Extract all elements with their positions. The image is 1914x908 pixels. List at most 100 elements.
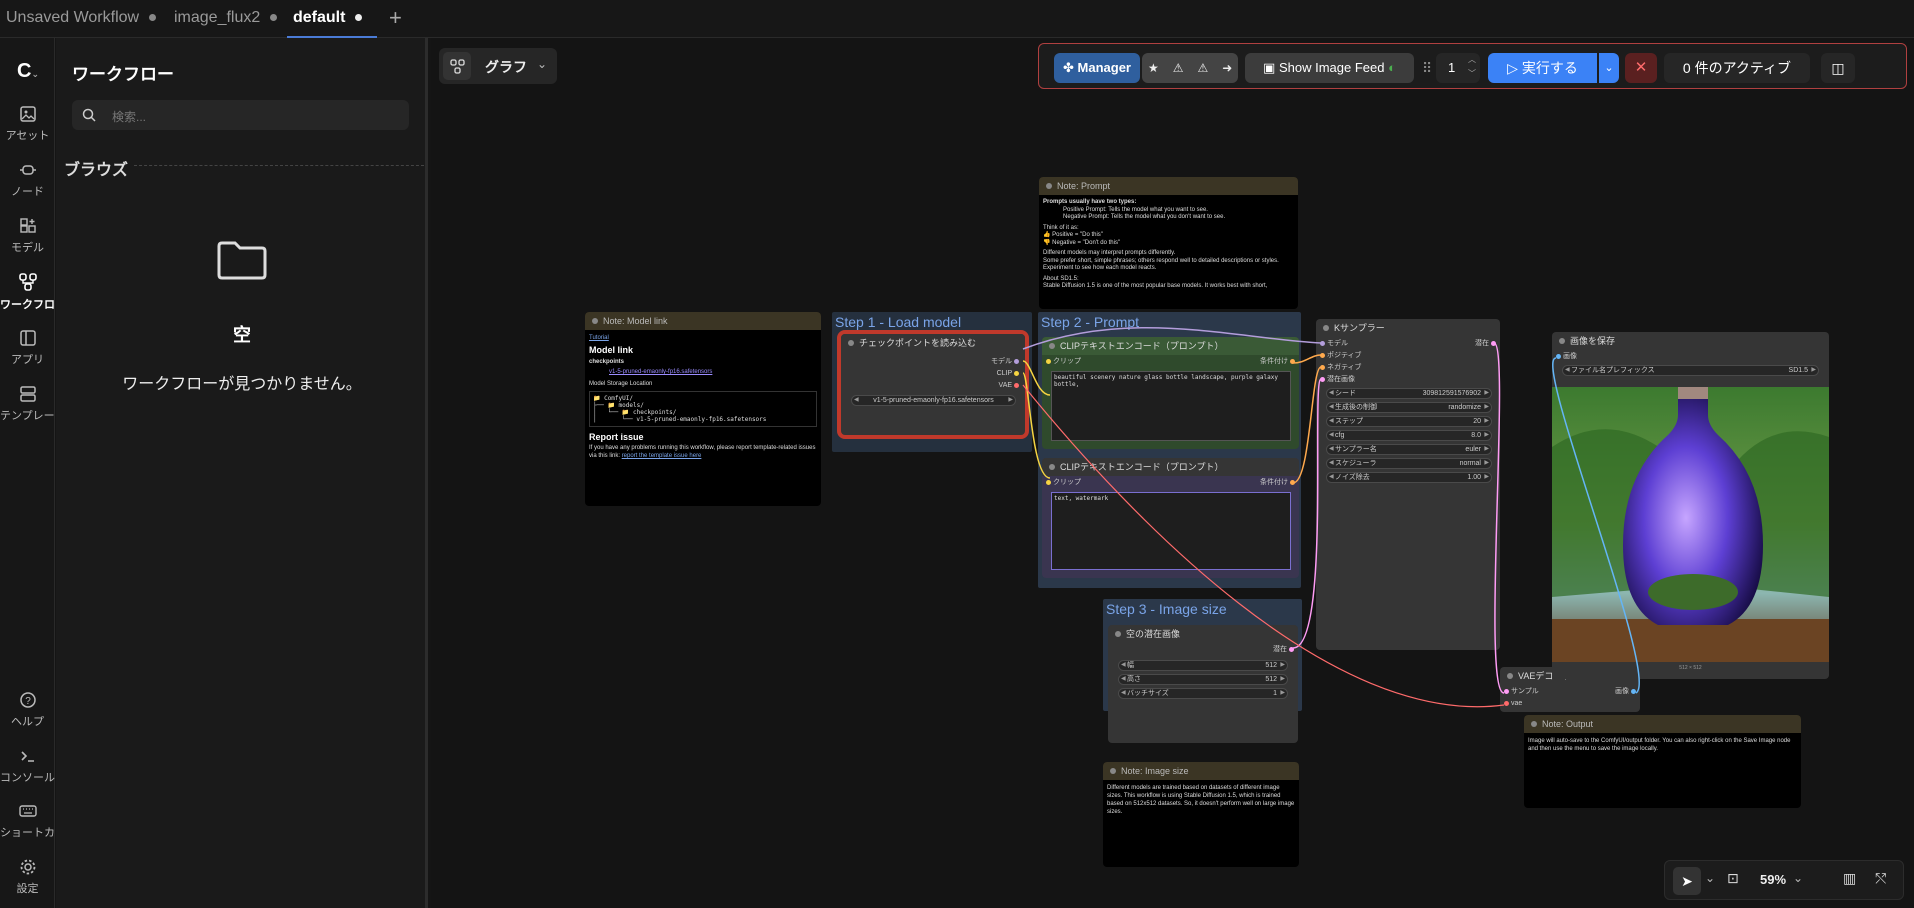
console-icon — [20, 751, 34, 762]
batch-size-widget[interactable]: バッチサイズ1 — [1118, 688, 1288, 699]
rail-item-assets[interactable]: アセット — [0, 105, 55, 143]
empty-title: 空 — [233, 325, 251, 345]
tab-image-flux2[interactable]: image_flux2 — [168, 0, 284, 38]
comfy-logo-icon[interactable]: C⌄ — [17, 60, 39, 83]
tutorial-link[interactable]: Tutorial — [589, 334, 817, 342]
svg-text:?: ? — [25, 696, 31, 707]
rail-item-shortcuts[interactable]: ショートカ — [0, 802, 55, 840]
rail-item-models[interactable]: モデル — [0, 217, 55, 255]
height-widget[interactable]: 高さ512 — [1118, 674, 1288, 685]
show-image-feed-button[interactable]: ▣ Show Image Feed ◐ — [1245, 53, 1414, 83]
model-link-heading: Model link — [589, 345, 634, 355]
node-clip-positive[interactable]: CLIPテキストエンコード（プロンプト） クリップ 条件付け beautiful… — [1042, 337, 1299, 449]
node-save-image[interactable]: 画像を保存 画像 ファイル名プレフィックスSD1.5 512 × 512 — [1552, 332, 1829, 679]
chevron-down-icon[interactable]: ⌄ — [1793, 871, 1803, 885]
unsaved-dot-icon — [149, 14, 157, 22]
graph-canvas[interactable]: グラフ ⌄ ✤ Manager ★⚠⚠➜ ▣ Show Image Feed ◐… — [431, 38, 1914, 908]
image-icon — [19, 106, 36, 122]
manager-quick-buttons[interactable]: ★⚠⚠➜ — [1142, 53, 1238, 83]
icon-rail: C⌄ アセット ノード モデル ワークフロー アプリ テンプレート ?ヘルプ コ… — [0, 38, 55, 908]
hide-links-icon[interactable]: ⤲ — [1875, 870, 1886, 887]
graph-icon — [443, 52, 471, 80]
node-icon — [19, 165, 36, 175]
note-model-link[interactable]: Note: Model link Tutorial Model link che… — [585, 312, 821, 506]
workflow-sidebar: ワークフロー 検索... ブラウズ 空 ワークフローが見つかりません。 — [56, 38, 428, 908]
toggle-panel-button[interactable]: ◫ — [1821, 53, 1855, 83]
positive-prompt-textarea[interactable]: beautiful scenery nature glass bottle la… — [1051, 371, 1291, 441]
search-icon — [82, 108, 96, 122]
node-checkpoint-loader[interactable]: チェックポイントを読み込む モデル CLIP VAE v1-5-pruned-e… — [837, 330, 1029, 439]
ckpt-name-widget[interactable]: v1-5-pruned-emaonly-fp16.safetensors — [851, 395, 1016, 406]
checkpoint-download-link[interactable]: v1-5-pruned-emaonly-fp16.safetensors — [609, 368, 817, 376]
run-button[interactable]: ▷ 実行する — [1488, 53, 1597, 83]
tab-unsaved-workflow[interactable]: Unsaved Workflow — [0, 0, 165, 38]
node-clip-negative[interactable]: CLIPテキストエンコード（プロンプト） クリップ 条件付け text, wat… — [1042, 458, 1299, 578]
play-icon: ▷ — [1507, 60, 1518, 76]
seed-widget[interactable]: シード309812591576902 — [1326, 388, 1492, 399]
steps-widget[interactable]: ステップ20 — [1326, 416, 1492, 427]
rail-item-workflows[interactable]: ワークフロー — [0, 272, 55, 312]
template-icon — [19, 386, 36, 402]
filename-prefix-widget[interactable]: ファイル名プレフィックスSD1.5 — [1562, 365, 1819, 376]
search-placeholder: 検索... — [112, 110, 147, 124]
zoom-level[interactable]: 59% — [1760, 872, 1786, 887]
rail-item-help[interactable]: ? ヘルプ — [0, 691, 55, 729]
sampler-name-widget[interactable]: サンプラー名euler — [1326, 444, 1492, 455]
drag-handle-icon[interactable]: ⠿ — [1422, 60, 1432, 77]
note-output[interactable]: Note: Output Image will auto-save to the… — [1524, 715, 1801, 808]
graph-selector[interactable]: グラフ ⌄ — [439, 48, 557, 84]
select-tool-icon[interactable]: ➤ — [1673, 867, 1701, 895]
cancel-run-button[interactable]: ✕ — [1625, 53, 1657, 83]
rail-item-templates[interactable]: テンプレート — [0, 385, 55, 423]
puzzle-icon: ✤ — [1063, 60, 1074, 75]
note-image-size[interactable]: Note: Image size Different models are tr… — [1103, 762, 1299, 867]
unsaved-dot-icon — [270, 14, 278, 22]
unsaved-dot-icon — [355, 14, 363, 22]
section-divider — [134, 165, 424, 166]
rail-item-console[interactable]: コンソール — [0, 747, 55, 785]
negative-prompt-textarea[interactable]: text, watermark — [1051, 492, 1291, 570]
active-queue-button[interactable]: 0 件のアクティブ — [1664, 53, 1810, 83]
fit-view-icon[interactable]: ⊡ — [1727, 870, 1739, 887]
help-icon: ? — [19, 692, 36, 708]
scheduler-widget[interactable]: スケジューラnormal — [1326, 458, 1492, 469]
workflow-icon — [18, 273, 37, 291]
queue-count-input[interactable]: 1 ︿ ﹀ — [1436, 53, 1480, 83]
gear-icon — [20, 859, 35, 875]
generated-image[interactable] — [1552, 387, 1829, 662]
model-icon — [19, 218, 36, 233]
sidebar-title: ワークフロー — [72, 65, 174, 84]
image-feed-icon: ▣ — [1263, 60, 1276, 75]
width-widget[interactable]: 幅512 — [1118, 660, 1288, 671]
run-options-chevron-icon[interactable]: ⌄ — [1599, 53, 1619, 83]
denoise-widget[interactable]: ノイズ除去1.00 — [1326, 472, 1492, 483]
stepper-icon: ︿ ﹀ — [1468, 55, 1476, 78]
rail-item-nodes[interactable]: ノード — [0, 161, 55, 199]
cfg-widget[interactable]: cfg8.0 — [1326, 430, 1492, 441]
node-empty-latent[interactable]: 空の潜在画像 潜在 幅512 高さ512 バッチサイズ1 — [1108, 625, 1298, 743]
control-after-generate-widget[interactable]: 生成後の制御randomize — [1326, 402, 1492, 413]
node-ksampler[interactable]: Kサンプラー モデル ポジティブ ネガティブ 潜在画像 潜在 シード309812… — [1316, 319, 1500, 650]
report-issue-link[interactable]: report the template issue here — [622, 453, 702, 459]
image-size-label: 512 × 512 — [1679, 665, 1702, 671]
chevron-down-icon: ⌄ — [537, 57, 548, 71]
folder-icon — [217, 241, 267, 280]
graph-label: グラフ — [485, 59, 527, 75]
rail-item-apps[interactable]: アプリ — [0, 329, 55, 367]
app-icon — [19, 330, 36, 346]
rail-item-settings[interactable]: 設定 — [0, 858, 55, 896]
browse-section-label: ブラウズ — [64, 162, 129, 179]
close-icon: ✕ — [1634, 59, 1648, 76]
tab-default[interactable]: default — [287, 0, 377, 38]
folder-tree: 📁 ComfyUI/├── 📁 models/│ └── 📁 checkpoin… — [589, 391, 817, 427]
keyboard-icon — [18, 805, 37, 817]
panel-icon: ◫ — [1831, 60, 1845, 76]
top-toolbar: ✤ Manager ★⚠⚠➜ ▣ Show Image Feed ◐ ⠿ 1 ︿ ﹀… — [1038, 43, 1907, 89]
chevron-down-icon[interactable]: ⌄ — [1705, 871, 1715, 885]
search-input[interactable]: 検索... — [72, 100, 409, 130]
note-prompt[interactable]: Note: Prompt Prompts usually have two ty… — [1039, 177, 1298, 309]
tab-bar: Unsaved Workflow image_flux2 default + — [0, 0, 1914, 38]
new-tab-button[interactable]: + — [383, 0, 402, 38]
manager-button[interactable]: ✤ Manager — [1054, 53, 1140, 83]
minimap-icon[interactable]: ▥ — [1843, 870, 1856, 887]
